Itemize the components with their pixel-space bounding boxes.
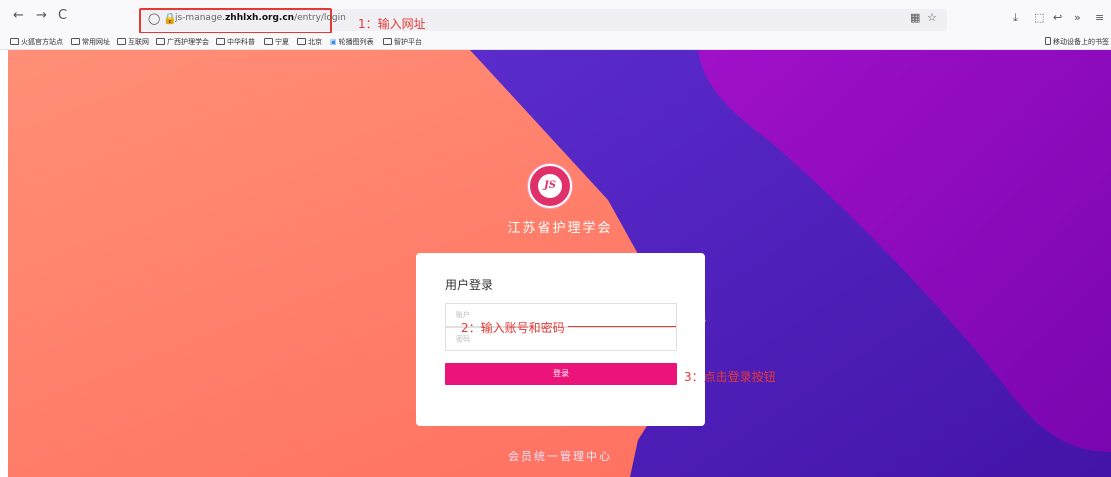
folder-icon <box>383 38 392 45</box>
menu-icon[interactable]: ≡ <box>1095 12 1104 24</box>
annotation-step-2: 2：输入账号和密码 <box>461 321 565 335</box>
footer-text: 会员统一管理中心 <box>508 450 612 463</box>
bookmark-item[interactable]: 常用网址 <box>71 37 110 47</box>
bookmark-item[interactable]: 智护平台 <box>383 37 422 47</box>
bookmark-item[interactable]: 广西护理学会 <box>156 37 209 47</box>
bookmark-label: 互联网 <box>128 38 149 46</box>
logo-text: JS <box>538 174 562 198</box>
folder-icon <box>264 38 273 45</box>
annotation-step-3: 3：点击登录按钮 <box>684 370 776 384</box>
bookmark-label: 广西护理学会 <box>167 38 209 46</box>
url-domain: zhhlxh.org.cn <box>225 13 295 23</box>
qr-code-icon[interactable]: ▦ <box>910 12 920 24</box>
forward-icon[interactable]: → <box>36 9 47 23</box>
annotation-line <box>568 326 676 327</box>
reload-icon[interactable]: C <box>58 9 67 23</box>
url-text[interactable]: js-manage.zhhlxh.org.cn/entry/login <box>175 13 346 23</box>
url-path: /entry/login <box>294 13 346 23</box>
bookmark-label: 中华科普 <box>227 38 255 46</box>
share-icon[interactable]: ↩ <box>1053 12 1062 24</box>
bookmark-label: 常用网址 <box>82 38 110 46</box>
annotation-step-1: 1：输入网址 <box>358 17 426 31</box>
folder-icon <box>117 38 126 45</box>
browser-window: ← → C ◯ 🔒 js-manage.zhhlxh.org.cn/entry/… <box>0 0 1111 477</box>
back-icon[interactable]: ← <box>13 9 24 23</box>
mobile-icon <box>1045 37 1051 45</box>
folder-icon <box>216 38 225 45</box>
folder-icon <box>10 38 19 45</box>
bookmark-label: 北京 <box>308 38 322 46</box>
star-icon[interactable]: ☆ <box>927 12 937 24</box>
bookmark-item[interactable]: 北京 <box>297 37 322 47</box>
mobile-bookmarks-label: 移动设备上的书签 <box>1053 38 1109 46</box>
login-title: 用户登录 <box>445 278 494 292</box>
extensions-icon[interactable]: ⬚ <box>1034 12 1044 24</box>
bookmark-label: 轮播图列表 <box>338 38 374 46</box>
folder-icon <box>156 38 165 45</box>
mobile-bookmarks[interactable]: 移动设备上的书签 <box>1045 37 1109 47</box>
bookmark-item[interactable]: 中华科普 <box>216 37 255 47</box>
society-logo: JS <box>528 164 572 208</box>
folder-icon <box>71 38 80 45</box>
bookmark-label: 宁夏 <box>275 38 289 46</box>
url-prefix: js-manage. <box>175 13 226 23</box>
bookmark-item[interactable]: 宁夏 <box>264 37 289 47</box>
login-button[interactable]: 登录 <box>445 363 677 385</box>
folder-icon <box>297 38 306 45</box>
bookmark-item[interactable]: 火狐官方站点 <box>10 37 63 47</box>
image-icon: ▣ <box>330 38 337 46</box>
bookmark-label: 火狐官方站点 <box>21 38 63 46</box>
organization-name: 江苏省护理学会 <box>507 221 613 236</box>
shield-icon[interactable]: ◯ <box>148 12 160 25</box>
overflow-icon[interactable]: » <box>1074 12 1081 24</box>
bookmark-label: 智护平台 <box>394 38 422 46</box>
download-icon[interactable]: ⤓ <box>1013 12 1018 24</box>
bookmark-item[interactable]: ▣ 轮播图列表 <box>330 37 374 47</box>
bookmark-item[interactable]: 互联网 <box>117 37 149 47</box>
